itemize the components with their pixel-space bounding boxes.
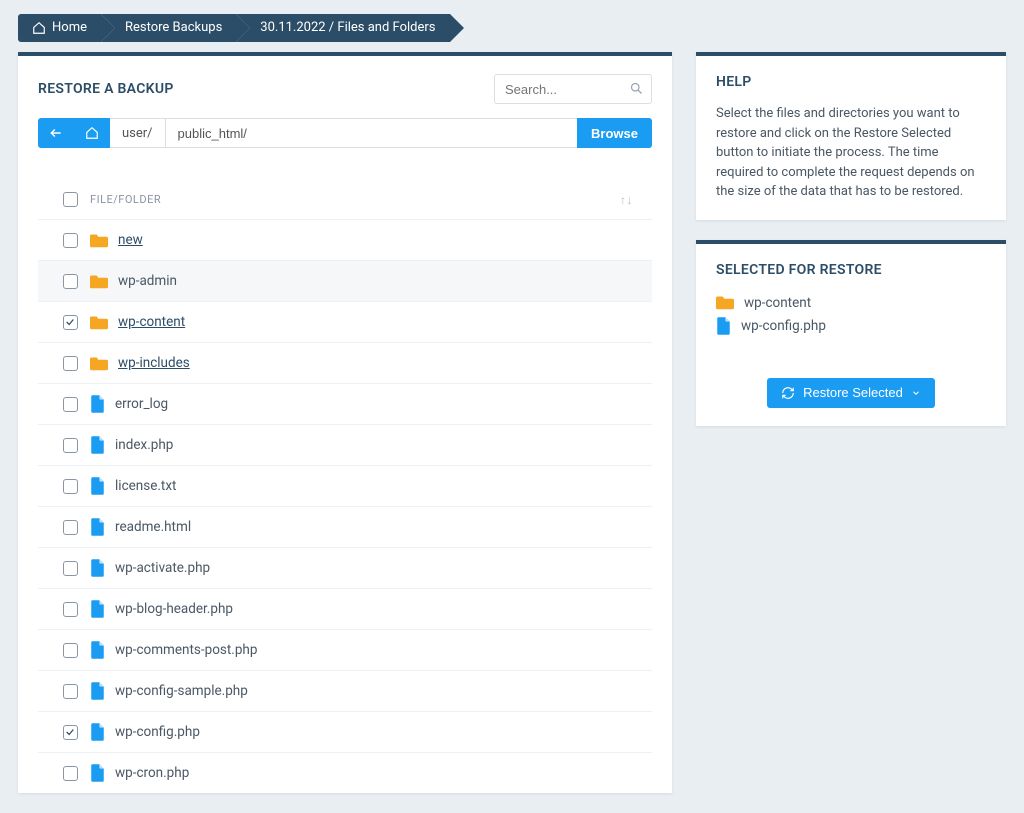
row-checkbox[interactable] [63, 602, 78, 617]
folder-icon [90, 315, 108, 330]
row-checkbox[interactable] [63, 315, 78, 330]
row-checkbox[interactable] [63, 397, 78, 412]
breadcrumb-item[interactable]: Home [18, 14, 101, 42]
sort-indicator[interactable]: ↑↓ [620, 193, 640, 207]
restore-selected-label: Restore Selected [803, 385, 903, 400]
home-icon [85, 126, 99, 140]
selected-item: wp-content [716, 292, 986, 314]
refresh-icon [781, 386, 795, 400]
select-all-checkbox[interactable] [63, 192, 78, 207]
table-row[interactable]: index.php [38, 424, 652, 465]
restore-panel: RESTORE A BACKUP user/ Browse [18, 52, 672, 793]
file-name[interactable]: wp-includes [90, 355, 640, 371]
table-row[interactable]: error_log [38, 383, 652, 424]
panel-title-restore: RESTORE A BACKUP [38, 81, 174, 97]
table-row[interactable]: wp-activate.php [38, 547, 652, 588]
help-panel: HELP Select the files and directories yo… [696, 52, 1006, 220]
breadcrumb: HomeRestore Backups30.11.2022 / Files an… [0, 0, 1024, 52]
row-checkbox[interactable] [63, 766, 78, 781]
file-name: wp-blog-header.php [90, 600, 640, 618]
file-name: license.txt [90, 477, 640, 495]
row-checkbox[interactable] [63, 561, 78, 576]
file-icon [90, 723, 105, 741]
file-icon [90, 764, 105, 782]
folder-icon [90, 274, 108, 289]
row-checkbox[interactable] [63, 479, 78, 494]
restore-selected-button[interactable]: Restore Selected [767, 378, 935, 408]
row-checkbox[interactable] [63, 274, 78, 289]
file-icon [90, 518, 105, 536]
file-name: wp-activate.php [90, 559, 640, 577]
file-icon [90, 395, 105, 413]
file-icon [716, 317, 731, 335]
table-row[interactable]: wp-config.php [38, 711, 652, 752]
folder-icon [716, 295, 734, 310]
file-icon [90, 600, 105, 618]
file-name[interactable]: new [90, 232, 640, 248]
file-name: wp-config.php [90, 723, 640, 741]
column-header-name[interactable]: FILE/FOLDER [90, 193, 620, 206]
file-name: readme.html [90, 518, 640, 536]
file-icon [90, 477, 105, 495]
row-checkbox[interactable] [63, 438, 78, 453]
file-name: wp-cron.php [90, 764, 640, 782]
file-icon [90, 436, 105, 454]
nav-back-button[interactable] [38, 118, 74, 148]
help-text: Select the files and directories you wan… [716, 104, 986, 202]
table-row[interactable]: wp-content [38, 301, 652, 342]
table-row[interactable]: wp-config-sample.php [38, 670, 652, 711]
table-row[interactable]: new [38, 219, 652, 260]
table-row[interactable]: wp-comments-post.php [38, 629, 652, 670]
breadcrumb-item[interactable]: Restore Backups [101, 14, 236, 42]
arrow-left-icon [49, 126, 63, 140]
file-icon [90, 641, 105, 659]
file-name: wp-comments-post.php [90, 641, 640, 659]
panel-title-selected: SELECTED FOR RESTORE [716, 262, 986, 278]
file-icon [90, 559, 105, 577]
row-checkbox[interactable] [63, 684, 78, 699]
table-row[interactable]: license.txt [38, 465, 652, 506]
browse-button[interactable]: Browse [577, 118, 652, 148]
table-row[interactable]: readme.html [38, 506, 652, 547]
table-header: FILE/FOLDER ↑↓ [38, 192, 652, 219]
search-icon [629, 81, 644, 96]
panel-title-help: HELP [716, 74, 986, 90]
nav-home-button[interactable] [74, 118, 110, 148]
row-checkbox[interactable] [63, 725, 78, 740]
table-row[interactable]: wp-blog-header.php [38, 588, 652, 629]
home-icon [32, 21, 46, 35]
file-name[interactable]: wp-content [90, 314, 640, 330]
file-name: index.php [90, 436, 640, 454]
file-icon [90, 682, 105, 700]
row-checkbox[interactable] [63, 643, 78, 658]
folder-icon [90, 356, 108, 371]
file-name: error_log [90, 395, 640, 413]
path-user-segment: user/ [110, 118, 165, 148]
file-name: wp-admin [90, 273, 640, 289]
table-row[interactable]: wp-includes [38, 342, 652, 383]
row-checkbox[interactable] [63, 356, 78, 371]
chevron-down-icon [911, 388, 921, 398]
table-row[interactable]: wp-cron.php [38, 752, 652, 793]
path-input[interactable] [165, 118, 577, 148]
row-checkbox[interactable] [63, 233, 78, 248]
selected-panel: SELECTED FOR RESTORE wp-contentwp-config… [696, 240, 1006, 426]
file-name: wp-config-sample.php [90, 682, 640, 700]
selected-item: wp-config.php [716, 314, 986, 338]
breadcrumb-item[interactable]: 30.11.2022 / Files and Folders [236, 14, 449, 42]
table-row[interactable]: wp-admin [38, 260, 652, 301]
folder-icon [90, 233, 108, 248]
row-checkbox[interactable] [63, 520, 78, 535]
